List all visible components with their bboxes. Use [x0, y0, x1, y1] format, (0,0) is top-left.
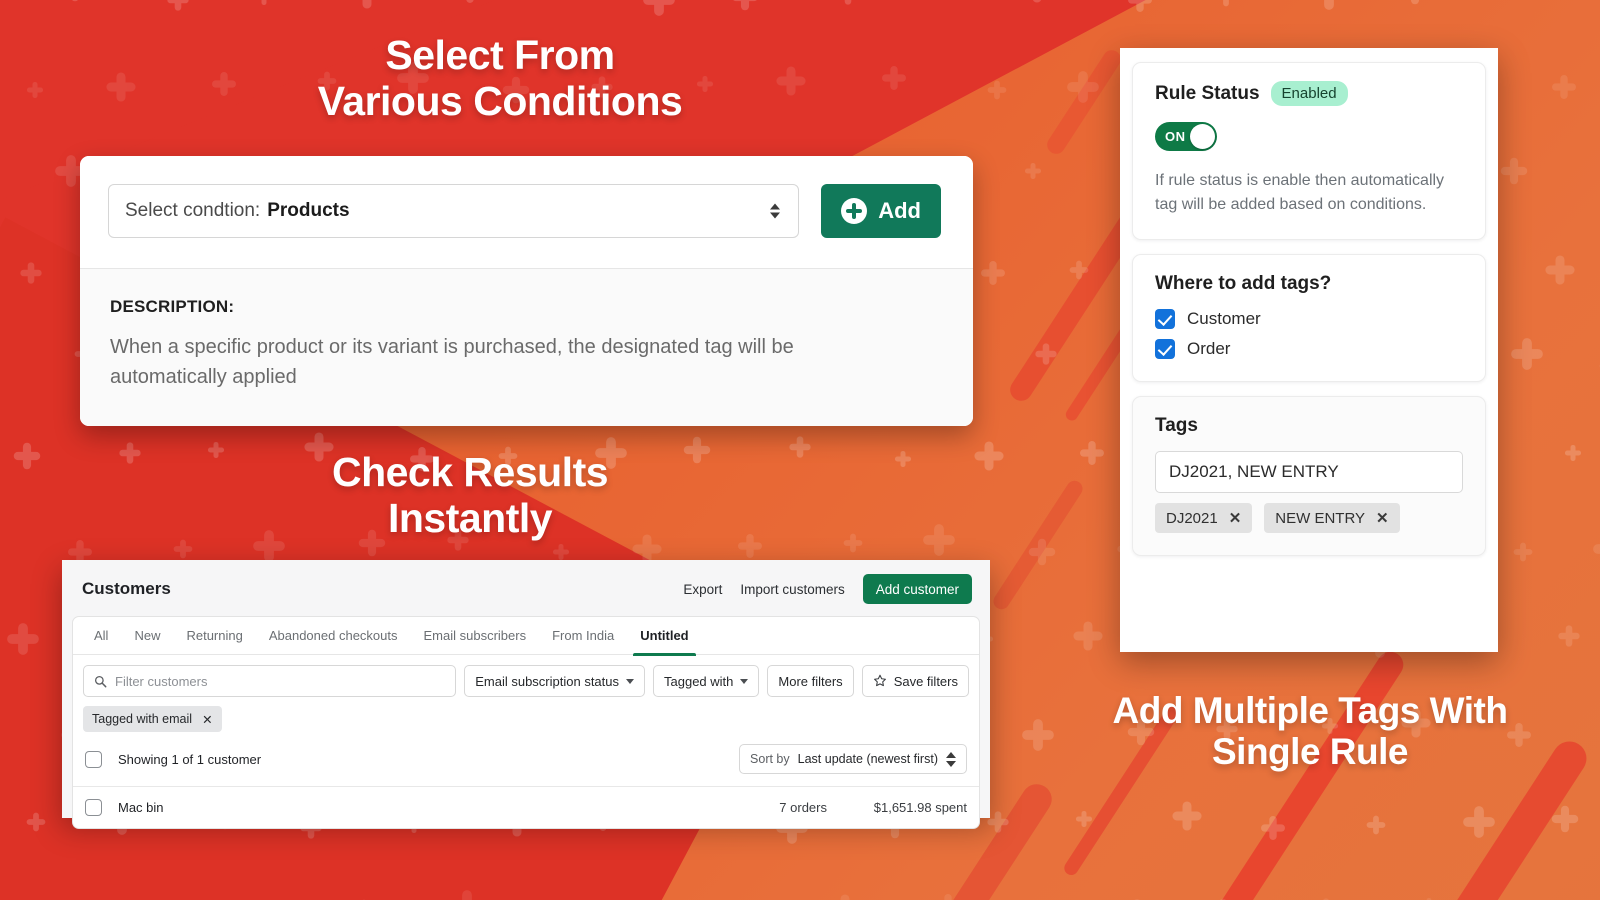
tab-new[interactable]: New — [121, 617, 173, 655]
sort-by-prefix: Sort by — [750, 752, 790, 766]
tab-abandoned-checkouts[interactable]: Abandoned checkouts — [256, 617, 411, 655]
tag-chip-list: DJ2021 ✕ NEW ENTRY ✕ — [1155, 503, 1463, 533]
tag-chip-label: NEW ENTRY — [1275, 509, 1366, 527]
sort-by-value: Last update (newest first) — [797, 752, 938, 766]
star-icon — [873, 674, 886, 687]
filter-label: Email subscription status — [475, 673, 619, 689]
customer-spent: $1,651.98 spent — [873, 800, 967, 815]
customer-tabs: All New Returning Abandoned checkouts Email … — [73, 617, 979, 656]
more-filters-button[interactable]: More filters — [767, 665, 854, 697]
save-filters-button[interactable]: Save filters — [861, 665, 969, 697]
close-icon[interactable]: ✕ — [1229, 511, 1242, 526]
tab-all[interactable]: All — [81, 617, 121, 655]
close-icon[interactable]: ✕ — [1376, 511, 1389, 526]
condition-description-section: DESCRIPTION: When a specific product or … — [80, 268, 973, 426]
description-label: DESCRIPTION: — [110, 297, 235, 316]
rule-settings-panel: Rule Status Enabled ON If rule status is… — [1120, 48, 1498, 652]
row-checkbox[interactable] — [85, 799, 102, 816]
checkbox-row-order[interactable]: Order — [1155, 339, 1463, 359]
tab-from-india[interactable]: From India — [539, 617, 627, 655]
applied-filter-label: Tagged with email — [92, 712, 193, 726]
customer-name: Mac bin — [118, 800, 164, 815]
rule-status-toggle[interactable]: ON — [1155, 122, 1217, 151]
search-input[interactable]: Filter customers — [83, 665, 457, 697]
condition-card: Select condtion: Products Add DESCRIPTIO… — [80, 156, 973, 426]
chevron-updown-icon — [946, 751, 956, 767]
tag-chip-dj2021[interactable]: DJ2021 ✕ — [1155, 503, 1253, 533]
description-text: When a specific product or its variant i… — [110, 336, 794, 388]
condition-select[interactable]: Select condtion: Products — [108, 184, 800, 238]
where-to-add-tags-title: Where to add tags? — [1155, 273, 1332, 294]
search-icon — [94, 675, 107, 687]
chevron-down-icon — [626, 678, 634, 684]
condition-select-value: Products — [267, 200, 350, 221]
showing-row: Showing 1 of 1 customer Sort by Last upd… — [73, 732, 979, 787]
checkbox-order[interactable] — [1155, 339, 1175, 359]
add-button-label: Add — [878, 198, 921, 223]
filter-label: More filters — [778, 673, 843, 689]
headline-check-results: Check Results Instantly — [331, 449, 609, 541]
where-to-add-tags-card: Where to add tags? Customer Order — [1132, 254, 1486, 382]
tags-card: Tags DJ2021 ✕ NEW ENTRY ✕ — [1132, 396, 1486, 556]
rule-status-header: Rule Status Enabled — [1155, 81, 1463, 106]
close-icon[interactable]: ✕ — [202, 712, 212, 727]
add-condition-button[interactable]: Add — [821, 184, 941, 238]
customer-orders: 7 orders — [779, 800, 827, 815]
save-filters-label: Save filters — [893, 673, 958, 689]
headline-select-conditions: Select From Various Conditions — [317, 32, 683, 124]
customers-header-actions: Export Import customers Add customer — [683, 574, 972, 604]
add-customer-button[interactable]: Add customer — [862, 574, 972, 604]
filter-label: Tagged with — [664, 673, 734, 689]
rule-status-card: Rule Status Enabled ON If rule status is… — [1132, 62, 1486, 240]
customers-card: All New Returning Abandoned checkouts Email … — [72, 616, 980, 829]
export-link[interactable]: Export — [683, 582, 722, 597]
page-title: Customers — [82, 579, 171, 598]
applied-filter-chip[interactable]: Tagged with email ✕ — [83, 706, 222, 732]
rule-status-title: Rule Status — [1155, 82, 1260, 104]
toggle-on-label: ON — [1165, 129, 1186, 144]
rule-status-note: If rule status is enable then automatica… — [1155, 172, 1445, 213]
customers-panel: Customers Export Import customers Add cu… — [62, 560, 990, 829]
sort-by-select[interactable]: Sort by Last update (newest first) — [739, 744, 967, 774]
tag-chip-label: DJ2021 — [1166, 509, 1218, 527]
showing-count-text: Showing 1 of 1 customer — [118, 751, 262, 767]
checkbox-customer-label: Customer — [1187, 309, 1261, 328]
toggle-knob — [1190, 124, 1215, 149]
customers-header: Customers Export Import customers Add cu… — [62, 560, 990, 616]
tag-chip-new-entry[interactable]: NEW ENTRY ✕ — [1264, 503, 1400, 533]
tags-title: Tags — [1155, 415, 1198, 436]
applied-filters-row: Tagged with email ✕ — [73, 697, 979, 732]
showing-left: Showing 1 of 1 customer — [85, 750, 262, 768]
tab-untitled[interactable]: Untitled — [627, 617, 701, 656]
select-all-checkbox[interactable] — [85, 750, 102, 768]
condition-select-prefix: Select condtion: — [125, 200, 261, 221]
import-customers-link[interactable]: Import customers — [740, 582, 844, 597]
chevron-down-icon — [740, 678, 749, 684]
plus-circle-icon — [841, 198, 868, 224]
condition-toolbar: Select condtion: Products Add — [80, 156, 973, 268]
status-badge: Enabled — [1270, 81, 1348, 106]
tab-returning[interactable]: Returning — [173, 617, 255, 655]
headline-add-multiple-tags: Add Multiple Tags With Single Rule — [1112, 690, 1508, 773]
chevron-updown-icon — [770, 203, 781, 219]
checkbox-customer[interactable] — [1155, 309, 1175, 329]
filter-tagged-with[interactable]: Tagged with — [653, 665, 760, 697]
checkbox-order-label: Order — [1187, 339, 1231, 358]
checkbox-row-customer[interactable]: Customer — [1155, 309, 1463, 329]
tab-email-subscribers[interactable]: Email subscribers — [411, 617, 540, 655]
tags-input[interactable] — [1155, 451, 1463, 493]
filter-email-subscription-status[interactable]: Email subscription status — [464, 665, 645, 697]
table-row[interactable]: Mac bin 7 orders $1,651.98 spent — [73, 787, 979, 828]
filter-row: Filter customers Email subscription stat… — [73, 655, 979, 697]
search-placeholder: Filter customers — [115, 673, 208, 689]
